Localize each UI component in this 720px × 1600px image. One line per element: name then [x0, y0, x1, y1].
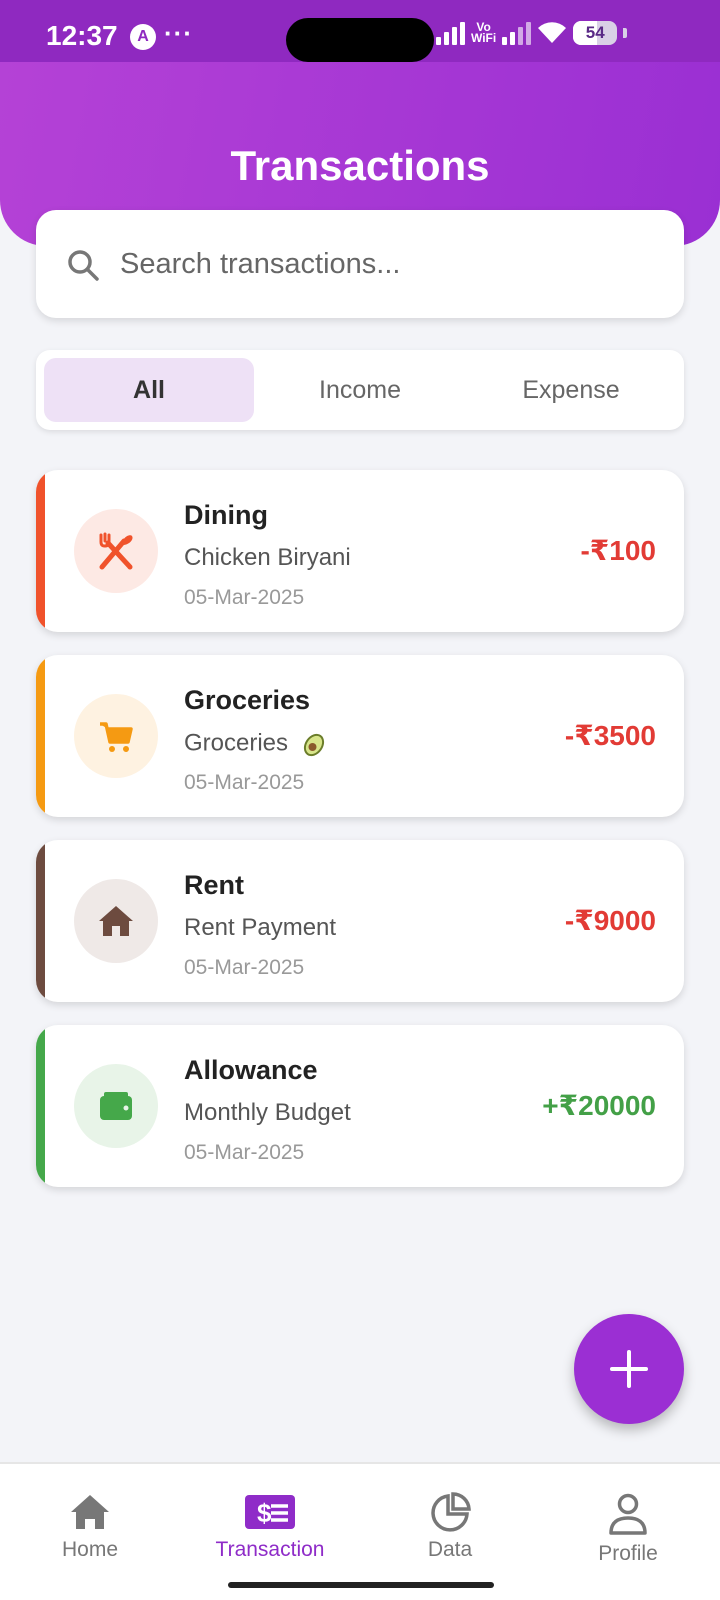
transaction-category: Allowance — [184, 1055, 318, 1085]
nav-label: Home — [61, 1538, 119, 1561]
card-accent — [36, 840, 45, 1002]
transaction-date: 05-Mar-2025 — [184, 586, 305, 609]
transaction-amount: -₹9000 — [564, 905, 656, 936]
status-time: 12:37 — [46, 20, 118, 51]
avocado-emoji-icon — [303, 733, 324, 757]
transaction-icon: $ — [245, 1495, 295, 1529]
svg-text:$: $ — [257, 1498, 272, 1528]
transaction-description: Monthly Budget — [184, 1099, 351, 1126]
transaction-description-wrap: Groceries — [184, 729, 329, 759]
transaction-description: Chicken Biryani — [184, 544, 351, 571]
page-title: Transactions — [230, 142, 490, 189]
signal-icon — [436, 21, 465, 45]
transaction-description: Rent Payment — [184, 914, 337, 941]
app-notification-icon: A — [130, 24, 156, 50]
tab-all[interactable]: All — [44, 358, 254, 422]
nav-label: Profile — [598, 1542, 658, 1565]
nav-home[interactable]: Home — [10, 1492, 170, 1562]
tab-income[interactable]: Income — [255, 358, 465, 422]
more-notifications-icon: ··· — [164, 18, 193, 48]
filter-tabs: All Income Expense — [36, 350, 684, 430]
nav-label: Data — [427, 1538, 473, 1561]
plus-icon — [610, 1350, 648, 1388]
card-accent — [36, 470, 45, 632]
nav-data[interactable]: Data — [370, 1492, 530, 1562]
status-bar: 12:37 A ··· Vo WiFi 54 — [0, 0, 720, 62]
tab-expense[interactable]: Expense — [466, 358, 676, 422]
transaction-card-dining[interactable]: Dining Chicken Biryani 05-Mar-2025 -₹100 — [36, 470, 684, 632]
category-icon-badge — [74, 1064, 158, 1148]
category-icon-badge — [74, 879, 158, 963]
vowifi-bottom: WiFi — [471, 31, 497, 45]
transaction-category: Dining — [184, 500, 268, 530]
wifi-icon — [537, 21, 567, 45]
nav-profile[interactable]: Profile — [548, 1492, 708, 1566]
add-transaction-button[interactable] — [574, 1314, 684, 1424]
pie-chart-icon — [431, 1492, 471, 1532]
person-icon — [609, 1493, 647, 1535]
home-icon — [71, 1495, 109, 1529]
search-input[interactable] — [120, 240, 660, 288]
card-accent — [36, 655, 45, 817]
battery-tip — [623, 28, 628, 38]
card-accent — [36, 1025, 45, 1187]
transaction-date: 05-Mar-2025 — [184, 771, 305, 794]
cart-icon — [100, 722, 133, 752]
bottom-navigation: Home $ Transaction Data Profile — [0, 1462, 720, 1600]
transaction-category: Groceries — [184, 685, 311, 715]
transaction-amount: -₹100 — [580, 535, 656, 566]
utensils-icon — [99, 532, 133, 570]
battery-level: 54 — [585, 23, 605, 42]
home-indicator — [228, 1582, 494, 1588]
transaction-date: 05-Mar-2025 — [184, 1141, 305, 1164]
nav-transaction[interactable]: $ Transaction — [190, 1492, 350, 1562]
category-icon-badge — [74, 509, 158, 593]
transaction-card-rent[interactable]: Rent Rent Payment 05-Mar-2025 -₹9000 — [36, 840, 684, 1002]
search-icon — [66, 248, 100, 287]
transaction-category: Rent — [184, 870, 244, 900]
transaction-date: 05-Mar-2025 — [184, 956, 305, 979]
vowifi-label: Vo WiFi — [471, 21, 497, 45]
transaction-amount: +₹20000 — [542, 1090, 656, 1121]
transaction-description: Groceries — [184, 729, 289, 757]
battery-icon: 54 — [573, 21, 618, 45]
nav-label: Transaction — [215, 1538, 325, 1561]
signal-icon-secondary — [502, 21, 532, 45]
transaction-amount: -₹3500 — [564, 720, 656, 751]
house-icon — [99, 906, 133, 936]
transaction-card-groceries[interactable]: Groceries Groceries 05-Mar-2025 -₹3500 — [36, 655, 684, 817]
category-icon-badge — [74, 694, 158, 778]
camera-cutout — [286, 18, 434, 62]
transaction-card-allowance[interactable]: Allowance Monthly Budget 05-Mar-2025 +₹2… — [36, 1025, 684, 1187]
wallet-icon — [100, 1092, 132, 1120]
search-bar[interactable] — [36, 210, 684, 318]
